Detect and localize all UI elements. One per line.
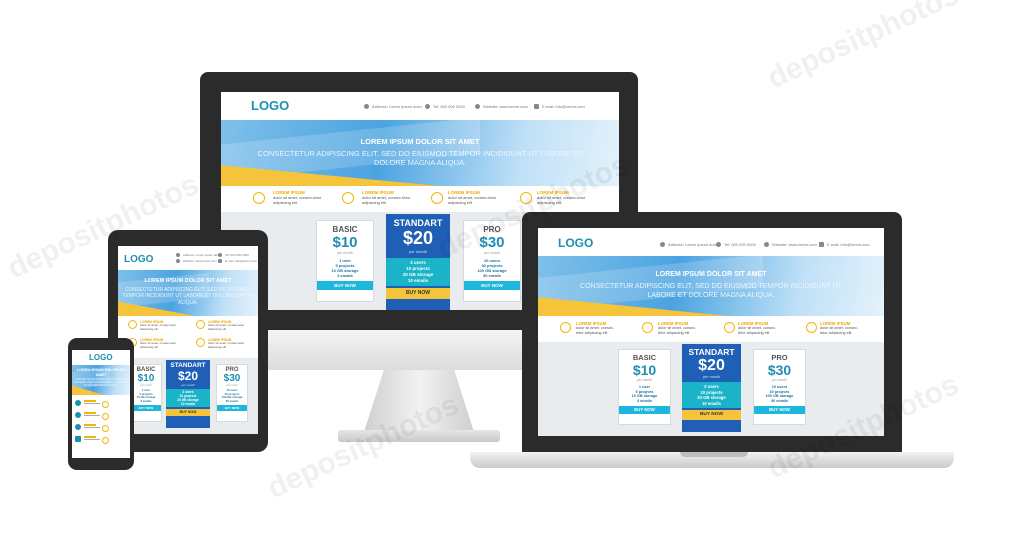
gear-icon	[560, 322, 571, 333]
phone-icon	[716, 242, 721, 248]
phone-contact-list	[75, 398, 127, 446]
contact-phone: Tel: 000 000 0000	[716, 242, 756, 248]
watermark: depositphotos	[762, 0, 964, 96]
lightbulb-icon	[196, 338, 205, 347]
buy-now-button[interactable]: BUY NOW	[217, 405, 247, 411]
contact-address: Address: Lorem ipsum dolor	[660, 242, 718, 248]
pricing-card-standart: STANDART $20 per month 3 users 10 project…	[166, 360, 210, 428]
hero-title: LOREM IPSUM DOLOR SIT AMET	[360, 137, 480, 146]
phone-icon	[75, 412, 81, 418]
site-header: LOGO Address: Lorem ipsum dolor Tel: 000…	[221, 92, 619, 120]
contact-website[interactable]: Website: www.lorem.com	[764, 242, 817, 248]
globe-icon	[475, 104, 480, 110]
hero-subtitle: CONSECTETUR ADIPISCING ELIT, SED DO EIUS…	[74, 378, 128, 387]
site-header: LOGO Address: Lorem ipsum dolor Tel: 000…	[538, 228, 884, 254]
site-header: LOGO	[72, 350, 130, 364]
buy-now-button[interactable]: BUY NOW	[754, 406, 805, 415]
contact-email[interactable]: E-mail: info@lorem.com	[819, 242, 870, 248]
laptop-screen: LOGO Address: Lorem ipsum dolor Tel: 000…	[538, 228, 884, 436]
mail-icon	[75, 436, 81, 442]
hero-title: LOREM IPSUM DOLOR SIT AMET	[76, 368, 126, 377]
pricing-card-pro: PRO $30 per month 10 users 30 projects 100…	[216, 364, 248, 422]
lightbulb-icon	[102, 437, 109, 444]
contact-website[interactable]: Website: www.lorem.com	[475, 104, 528, 110]
location-icon	[75, 400, 81, 406]
contact-phone	[75, 410, 127, 422]
person-icon	[642, 322, 653, 333]
contact-phone: Tel: 000 000 0000	[218, 253, 249, 258]
contact-website[interactable]	[75, 422, 127, 434]
site-header: LOGO Address: Lorem ipsum dolor Website:…	[118, 246, 258, 268]
person-icon	[102, 413, 109, 420]
magnifier-icon	[431, 192, 443, 204]
globe-icon	[75, 424, 81, 430]
hero-banner: LOREM IPSUM DOLOR SIT AMET CONSECTETUR A…	[538, 256, 884, 316]
buy-now-button[interactable]: BUY NOW	[464, 281, 520, 290]
buy-now-button[interactable]: BUY NOW	[682, 410, 741, 420]
person-icon	[196, 320, 205, 329]
buy-now-button[interactable]: BUY NOW	[619, 406, 670, 415]
hero-title: LOREM IPSUM DOLOR SIT AMET	[144, 278, 232, 284]
contact-phone: Tel: 000 000 0000	[425, 104, 465, 110]
buy-now-button[interactable]: BUY NOW	[317, 281, 373, 290]
hero-subtitle: CONSECTETUR ADIPISCING ELIT, SED DO EIUS…	[257, 149, 583, 168]
contact-address: Address: Lorem ipsum dolor	[176, 253, 221, 258]
pricing-card-standart: STANDART $20 per month 3 users 10 project…	[682, 344, 741, 432]
hero-banner: LOREM IPSUM DOLOR SIT AMET CONSECTETUR A…	[118, 270, 258, 316]
hero-subtitle: CONSECTETUR ADIPISCING ELIT, SED DO EIUS…	[122, 287, 254, 306]
mail-icon	[819, 242, 824, 248]
person-icon	[342, 192, 354, 204]
gear-icon	[102, 401, 109, 408]
magnifier-icon	[102, 425, 109, 432]
pricing-card-standart: STANDART $20 per month 3 users 10 project…	[386, 214, 450, 310]
phone-icon	[425, 104, 430, 110]
globe-icon	[764, 242, 769, 248]
location-icon	[660, 242, 665, 248]
buy-now-button[interactable]: BUY NOW	[131, 405, 161, 411]
buy-now-button[interactable]: BUY NOW	[386, 288, 450, 299]
site-logo[interactable]: LOGO	[89, 353, 113, 362]
contact-address: Address: Lorem ipsum dolor	[364, 104, 422, 110]
phone-screen: LOGO LOREM IPSUM DOLOR SIT AMET CONSECTE…	[72, 350, 130, 458]
site-logo[interactable]: LOGO	[558, 236, 593, 250]
contact-email[interactable]: E-mail: info@lorem.com	[218, 259, 257, 264]
gear-icon	[253, 192, 265, 204]
pricing-card-basic: BASIC $10 per month 1 user 5 projects 10 G…	[316, 220, 374, 302]
mail-icon	[534, 104, 539, 110]
pricing-card-basic: BASIC $10 per month 1 user 5 projects 10 G…	[130, 364, 162, 422]
location-icon	[364, 104, 369, 110]
site-logo[interactable]: LOGO	[124, 254, 153, 265]
contact-address	[75, 398, 127, 410]
hero-subtitle: CONSECTETUR ADIPISCING ELIT, SED DO EIUS…	[580, 283, 842, 299]
laptop-notch	[680, 452, 748, 457]
tablet-screen: LOGO Address: Lorem ipsum dolor Website:…	[118, 246, 258, 434]
pricing-card-basic: BASIC $10 per month 1 user 5 projects 10 G…	[618, 349, 671, 425]
features-row: LOREM IPSUM dolor sit amet, consec-tetur…	[538, 318, 884, 342]
contact-website[interactable]: Website: www.lorem.com	[176, 259, 217, 264]
phone-icon	[218, 253, 222, 258]
gear-icon	[128, 320, 137, 329]
watermark: depositphotos	[262, 387, 464, 506]
buy-now-button[interactable]: BUY NOW	[166, 409, 210, 416]
contact-email[interactable]: E-mail: info@lorem.com	[534, 104, 585, 110]
hero-banner: LOREM IPSUM DOLOR SIT AMET CONSECTETUR A…	[72, 365, 130, 395]
mail-icon	[218, 259, 222, 264]
globe-icon	[176, 259, 180, 264]
pricing-card-pro: PRO $30 per month 10 users 30 projects 100…	[753, 349, 806, 425]
features-grid: LOREM IPSUM dolor sit amet, consec-tetur…	[118, 318, 258, 358]
lightbulb-icon	[806, 322, 817, 333]
hero-title: LOREM IPSUM DOLOR SIT AMET	[655, 271, 767, 278]
site-logo[interactable]: LOGO	[251, 98, 289, 113]
magnifier-icon	[724, 322, 735, 333]
contact-email[interactable]	[75, 434, 127, 446]
location-icon	[176, 253, 180, 258]
